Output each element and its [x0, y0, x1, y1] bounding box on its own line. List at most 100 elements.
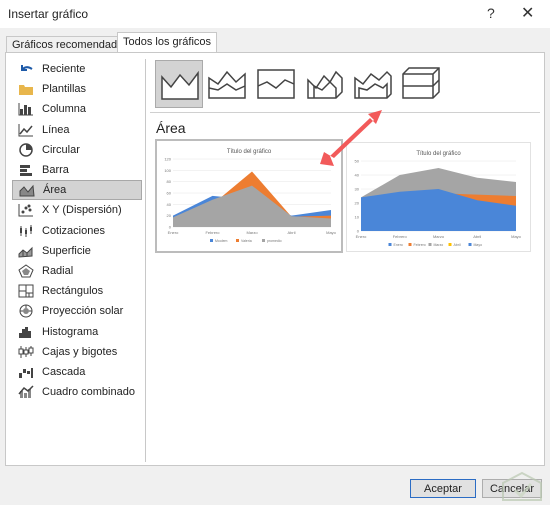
help-button[interactable]: ?: [487, 5, 495, 21]
x-tick-label: Mayo: [511, 234, 522, 239]
scatter-chart-icon: [18, 203, 34, 217]
sidebar-item-label: Reciente: [42, 63, 86, 76]
sidebar-item-surface-chart[interactable]: Superficie: [12, 241, 142, 261]
sidebar-item-waterfall-chart[interactable]: Cascada: [12, 362, 142, 382]
y-tick-label: 120: [164, 157, 171, 162]
undo-arrow-icon: [18, 62, 34, 76]
x-tick-label: Febrero: [393, 234, 408, 239]
sidebar-item-folder[interactable]: Plantillas: [12, 79, 142, 99]
x-tick-label: Abril: [287, 230, 295, 235]
title-bar: Insertar gráfico ? ✕: [0, 0, 550, 28]
y-tick-label: 0: [357, 229, 360, 234]
chart-preview-1-svg: Título del gráfico 120 100 80 60 40 20 0Enero Fe…: [164, 149, 337, 243]
stacked-area-icon: [208, 70, 247, 99]
subtype-area-button[interactable]: [155, 60, 203, 108]
sidebar-item-scatter-chart[interactable]: X Y (Dispersión): [12, 200, 142, 220]
treemap-chart-icon: [18, 284, 34, 298]
x-tick-label: Enero: [168, 230, 179, 235]
subtype-3d-stacked-area-button[interactable]: [349, 60, 397, 108]
chart-title: Título del gráfico: [227, 149, 272, 155]
line-chart-icon: [18, 123, 34, 137]
sidebar-item-label: Plantillas: [42, 83, 87, 96]
sidebar-item-undo-arrow[interactable]: Reciente: [12, 59, 142, 79]
legend-swatch: [236, 239, 239, 242]
bar-chart-icon: [18, 163, 34, 177]
legend-label: Moolem: [215, 239, 228, 243]
stock-chart-icon: [18, 224, 34, 238]
sidebar-item-label: Radial: [42, 264, 74, 277]
y-tick-label: 20: [355, 201, 360, 206]
sidebar-item-label: Cuadro combinado: [42, 386, 135, 399]
watermark-logo-icon: [502, 471, 542, 501]
sidebar-item-stock-chart[interactable]: Cotizaciones: [12, 221, 142, 241]
legend-label: Valeria: [241, 239, 252, 243]
subtype-3d-100-stacked-area-button[interactable]: [397, 60, 445, 108]
sidebar-item-histogram-chart[interactable]: Histograma: [12, 321, 142, 341]
chart-title: Título del gráfico: [416, 151, 461, 157]
sidebar-item-area-chart[interactable]: Área: [12, 180, 142, 201]
sidebar-item-label: Circular: [42, 143, 80, 156]
legend-swatch: [388, 243, 392, 246]
legend-label: Marzo: [434, 243, 444, 247]
column-chart-icon: [18, 102, 34, 116]
pie-chart-icon: [18, 143, 34, 157]
subtype-100-stacked-area-button[interactable]: [252, 60, 300, 108]
100-stacked-area-icon: [257, 69, 295, 99]
legend-swatch: [408, 243, 412, 246]
sidebar-item-label: Rectángulos: [42, 285, 104, 298]
sidebar-item-line-chart[interactable]: Línea: [12, 120, 142, 140]
subtype-stacked-area-button[interactable]: [203, 60, 251, 108]
radar-chart-icon: [18, 264, 34, 278]
sidebar-item-box-whisker-chart[interactable]: Cajas y bigotes: [12, 342, 142, 362]
histogram-chart-icon: [18, 325, 34, 339]
sidebar-item-pie-chart[interactable]: Circular: [12, 140, 142, 160]
legend-swatch: [210, 239, 213, 242]
legend-label: Abril: [454, 243, 461, 247]
sidebar-item-label: Cascada: [42, 365, 86, 378]
x-tick-label: Febrero: [205, 230, 220, 235]
legend-label: Mayo: [474, 243, 483, 247]
sidebar-item-label: Área: [43, 184, 67, 197]
combo-chart-icon: [18, 385, 34, 399]
sidebar-item-treemap-chart[interactable]: Rectángulos: [12, 281, 142, 301]
chart-preview-1[interactable]: Título del gráfico 120 100 80 60 40 20 0 Enero Fe…: [155, 139, 343, 253]
section-title: Área: [156, 120, 186, 136]
sidebar-item-sunburst-chart[interactable]: Proyección solar: [12, 301, 142, 321]
close-button[interactable]: ✕: [521, 3, 534, 23]
y-tick-label: 40: [167, 202, 172, 207]
legend-swatch: [468, 243, 472, 246]
box-whisker-chart-icon: [18, 345, 34, 359]
3d-100-stacked-area-icon: [402, 67, 440, 99]
y-tick-label: 10: [355, 215, 360, 220]
window-title: Insertar gráfico: [8, 7, 89, 21]
legend-label: Febrero: [414, 243, 426, 247]
sidebar-item-radar-chart[interactable]: Radial: [12, 261, 142, 281]
subtype-3d-area-button[interactable]: [300, 60, 348, 108]
sidebar-item-label: Columna: [42, 103, 87, 116]
tab-recommended-charts[interactable]: Gráficos recomendados: [6, 36, 135, 52]
sidebar-item-label: Histograma: [42, 325, 99, 338]
sunburst-chart-icon: [18, 304, 34, 318]
chart-type-list: Reciente Plantillas Columna Línea Circular Ba…: [12, 59, 142, 402]
sidebar-item-bar-chart[interactable]: Barra: [12, 160, 142, 180]
folder-icon: [18, 82, 34, 96]
sidebar-item-label: X Y (Dispersión): [42, 204, 122, 217]
sidebar-item-label: Cotizaciones: [42, 224, 105, 237]
surface-chart-icon: [18, 244, 34, 258]
legend-swatch: [428, 243, 432, 246]
sidebar-item-label: Proyección solar: [42, 305, 124, 318]
sidebar-item-column-chart[interactable]: Columna: [12, 99, 142, 119]
x-tick-label: Mayo: [326, 230, 337, 235]
waterfall-chart-icon: [18, 365, 34, 379]
tab-all-charts[interactable]: Todos los gráficos: [117, 32, 218, 53]
y-tick-label: 30: [355, 187, 360, 192]
legend-label: Enero: [394, 243, 403, 247]
ok-button[interactable]: Aceptar: [410, 479, 476, 498]
3d-stacked-area-icon: [353, 70, 392, 99]
x-tick-label: Marzo: [246, 230, 258, 235]
x-tick-label: Marzo: [433, 234, 445, 239]
y-tick-label: 40: [355, 173, 360, 178]
sidebar-item-combo-chart[interactable]: Cuadro combinado: [12, 382, 142, 402]
y-tick-label: 80: [167, 179, 172, 184]
y-tick-label: 100: [164, 168, 171, 173]
